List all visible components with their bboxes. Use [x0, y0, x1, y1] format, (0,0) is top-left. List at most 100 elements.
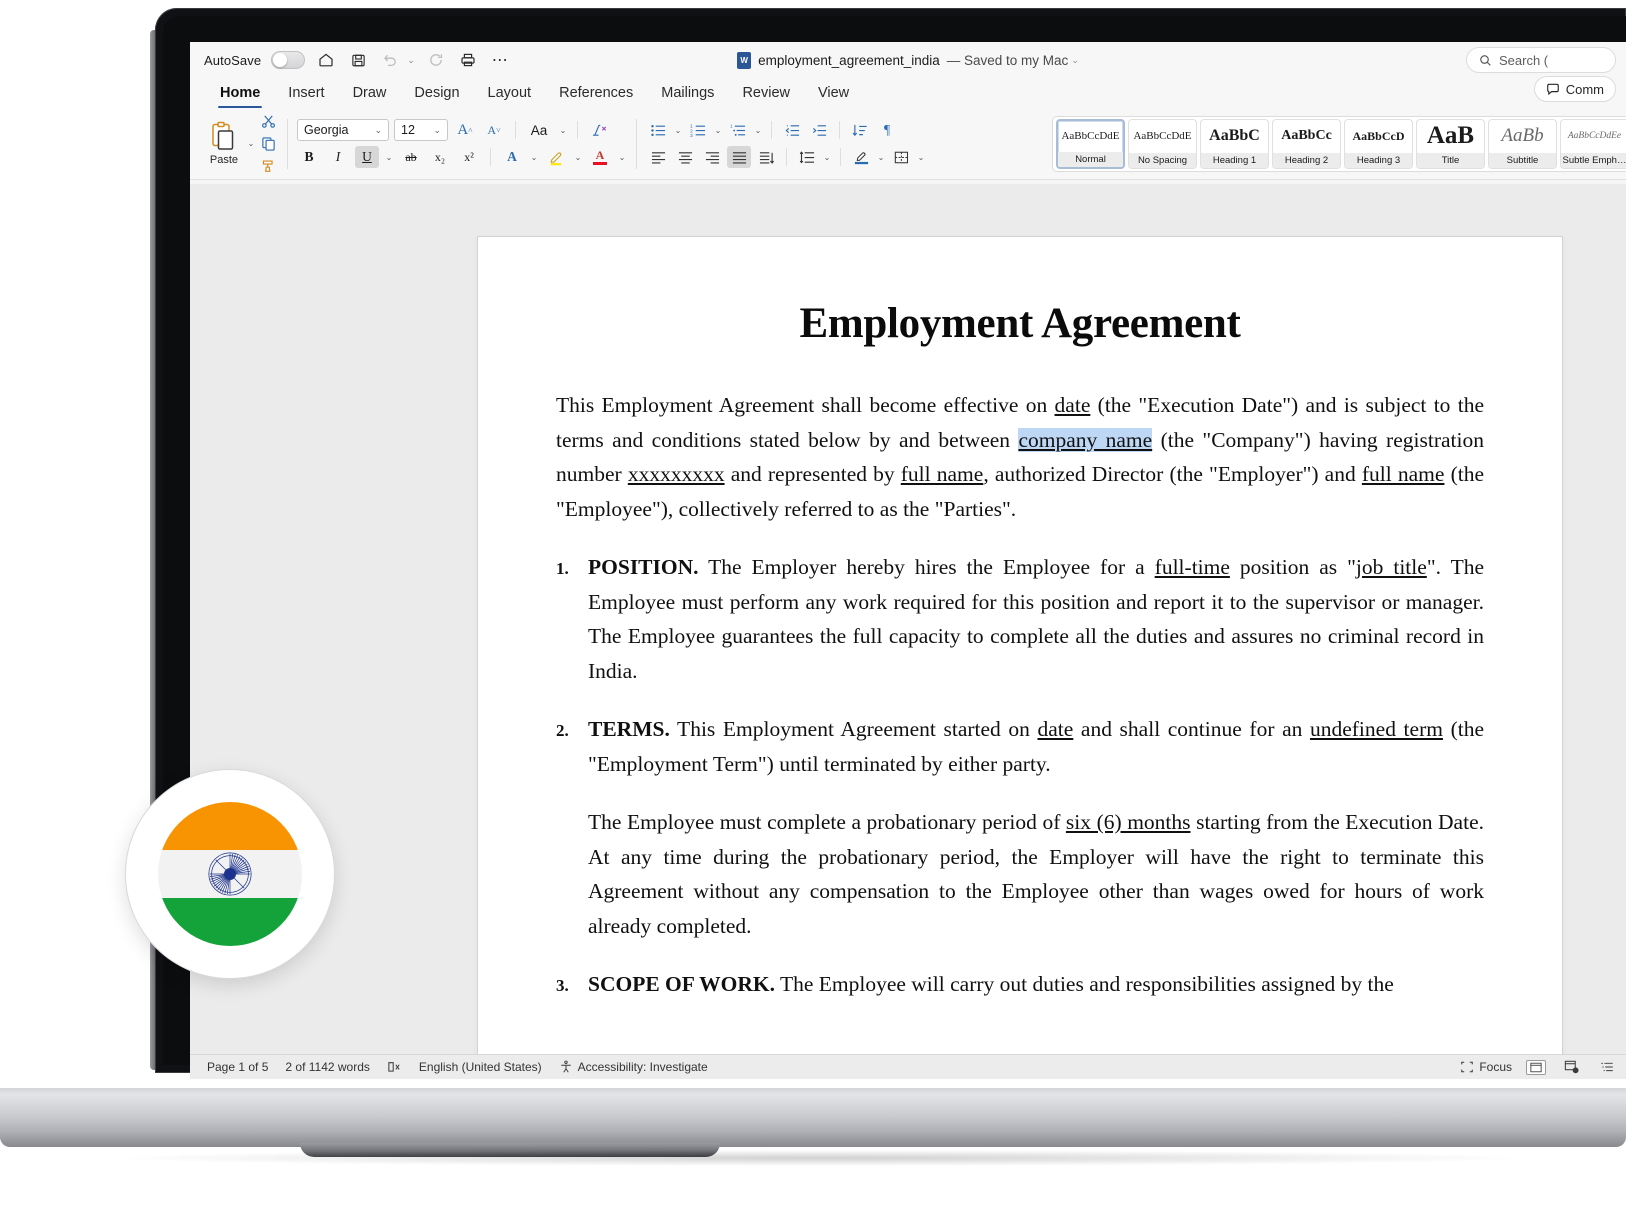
tab-view[interactable]: View — [804, 80, 863, 108]
numbering-chevron-down-icon[interactable]: ⌄ — [713, 126, 723, 135]
tab-review[interactable]: Review — [728, 80, 804, 108]
more-options-icon[interactable]: ⋯ — [489, 49, 511, 71]
tab-references[interactable]: References — [545, 80, 647, 108]
align-right-icon[interactable] — [700, 146, 724, 168]
intro-link-fullname-2[interactable]: full name — [1362, 462, 1445, 486]
sort-icon[interactable] — [848, 119, 872, 141]
style-heading-1[interactable]: AaBbC Heading 1 — [1200, 119, 1269, 169]
clause-1-link-job-title[interactable]: job title — [1356, 555, 1427, 579]
line-spacing-icon[interactable] — [795, 146, 819, 168]
bullets-icon[interactable] — [646, 119, 670, 141]
tab-draw[interactable]: Draw — [339, 80, 401, 108]
style-heading-3[interactable]: AaBbCcD Heading 3 — [1344, 119, 1413, 169]
multilevel-list-icon[interactable]: 1 — [726, 119, 750, 141]
bold-button[interactable]: B — [297, 146, 321, 168]
shading-chevron-down-icon[interactable]: ⌄ — [876, 153, 886, 162]
style-no-spacing[interactable]: AaBbCcDdE No Spacing — [1128, 119, 1197, 169]
intro-link-date[interactable]: date — [1055, 393, 1091, 417]
highlight-icon[interactable] — [544, 146, 568, 168]
print-icon[interactable] — [457, 49, 479, 71]
style-subtitle[interactable]: AaBb Subtitle — [1488, 119, 1557, 169]
show-formatting-marks-icon[interactable]: ¶ — [875, 119, 899, 141]
style-subtle-emphasis[interactable]: AaBbCcDdEe Subtle Emph… — [1560, 119, 1626, 169]
bullets-chevron-down-icon[interactable]: ⌄ — [673, 126, 683, 135]
paste-chevron-down-icon[interactable]: ⌄ — [246, 139, 256, 148]
print-layout-icon[interactable] — [1526, 1059, 1546, 1075]
clause-2-link-probation[interactable]: six (6) months — [1066, 810, 1191, 834]
justify-icon[interactable] — [727, 146, 751, 168]
intro-link-fullname-1[interactable]: full name — [901, 462, 984, 486]
accessibility-status[interactable]: Accessibility: Investigate — [559, 1060, 708, 1074]
paste-button[interactable]: Paste — [202, 121, 246, 166]
save-icon[interactable] — [347, 49, 369, 71]
clear-formatting-icon[interactable] — [587, 119, 611, 141]
comments-button[interactable]: Comm — [1533, 76, 1616, 102]
increase-indent-icon[interactable] — [807, 119, 831, 141]
document-page[interactable]: Employment Agreement This Employment Agr… — [478, 237, 1562, 1054]
shading-icon[interactable] — [849, 146, 873, 168]
style-heading-1-label: Heading 1 — [1201, 152, 1268, 168]
multilevel-chevron-down-icon[interactable]: ⌄ — [753, 126, 763, 135]
language-indicator[interactable]: English (United States) — [419, 1060, 542, 1074]
line-spacing-chevron-down-icon[interactable]: ⌄ — [822, 153, 832, 162]
page-indicator[interactable]: Page 1 of 5 — [207, 1060, 268, 1074]
underline-button[interactable]: U — [355, 146, 379, 168]
font-color-icon[interactable]: A — [588, 146, 612, 168]
format-painter-icon[interactable] — [258, 157, 278, 175]
style-heading-2[interactable]: AaBbCc Heading 2 — [1272, 119, 1341, 169]
font-family-chevron-down-icon: ⌄ — [374, 124, 382, 135]
borders-icon[interactable] — [889, 146, 913, 168]
subscript-button[interactable]: x₂ — [428, 146, 452, 168]
numbering-icon[interactable]: 123 — [686, 119, 710, 141]
titlebar-right: Search ( — [1466, 47, 1616, 73]
clause-1-link-full-time[interactable]: full-time — [1155, 555, 1230, 579]
web-layout-icon[interactable] — [1560, 1059, 1582, 1076]
highlight-chevron-down-icon[interactable]: ⌄ — [573, 153, 583, 162]
italic-button[interactable]: I — [326, 146, 350, 168]
shrink-font-button[interactable]: A ˅ — [482, 119, 506, 141]
home-icon[interactable] — [315, 49, 337, 71]
tab-layout[interactable]: Layout — [474, 80, 546, 108]
tab-design[interactable]: Design — [400, 80, 473, 108]
change-case-chevron-down-icon[interactable]: ⌄ — [558, 126, 568, 135]
undo-icon[interactable] — [379, 49, 401, 71]
style-title[interactable]: AaB Title — [1416, 119, 1485, 169]
tab-mailings[interactable]: Mailings — [647, 80, 728, 108]
change-case-button[interactable]: Aa — [525, 119, 553, 141]
redo-icon[interactable] — [425, 49, 447, 71]
tab-home[interactable]: Home — [206, 80, 274, 108]
undo-chevron-down-icon[interactable]: ⌄ — [407, 55, 415, 66]
distributed-icon[interactable] — [754, 146, 778, 168]
font-color-chevron-down-icon[interactable]: ⌄ — [617, 153, 627, 162]
align-left-icon[interactable] — [646, 146, 670, 168]
superscript-button[interactable]: x² — [457, 146, 481, 168]
clause-2-link-undefined-term[interactable]: undefined term — [1310, 717, 1443, 741]
search-input[interactable]: Search ( — [1466, 47, 1616, 73]
outline-view-icon[interactable] — [1596, 1059, 1618, 1076]
comment-icon — [1546, 83, 1559, 96]
para-divider-2 — [839, 121, 840, 139]
tab-insert[interactable]: Insert — [274, 80, 338, 108]
font-size-select[interactable]: 12 ⌄ — [394, 119, 448, 141]
autosave-toggle[interactable] — [271, 51, 306, 69]
intro-link-registration[interactable]: xxxxxxxxx — [628, 462, 725, 486]
comments-label: Comm — [1565, 81, 1604, 97]
text-effects-chevron-down-icon[interactable]: ⌄ — [529, 153, 539, 162]
intro-highlight-company-name[interactable]: company name — [1018, 427, 1153, 452]
scissors-icon[interactable] — [258, 113, 278, 131]
underline-chevron-down-icon[interactable]: ⌄ — [384, 153, 394, 162]
clause-2-link-date[interactable]: date — [1038, 717, 1074, 741]
style-normal[interactable]: AaBbCcDdE Normal — [1056, 119, 1125, 169]
borders-chevron-down-icon[interactable]: ⌄ — [916, 153, 926, 162]
decrease-indent-icon[interactable] — [780, 119, 804, 141]
copy-icon[interactable] — [258, 135, 278, 153]
font-family-select[interactable]: Georgia ⌄ — [297, 119, 389, 141]
save-status-chevron-down-icon[interactable]: ⌄ — [1071, 55, 1079, 66]
word-count[interactable]: 2 of 1142 words — [285, 1060, 370, 1074]
grow-font-button[interactable]: A ˄ — [453, 119, 477, 141]
focus-mode-button[interactable]: Focus — [1460, 1060, 1512, 1074]
strikethrough-button[interactable]: ab — [399, 146, 423, 168]
text-effects-icon[interactable]: A — [500, 146, 524, 168]
proofing-errors-icon[interactable] — [387, 1060, 402, 1074]
align-center-icon[interactable] — [673, 146, 697, 168]
